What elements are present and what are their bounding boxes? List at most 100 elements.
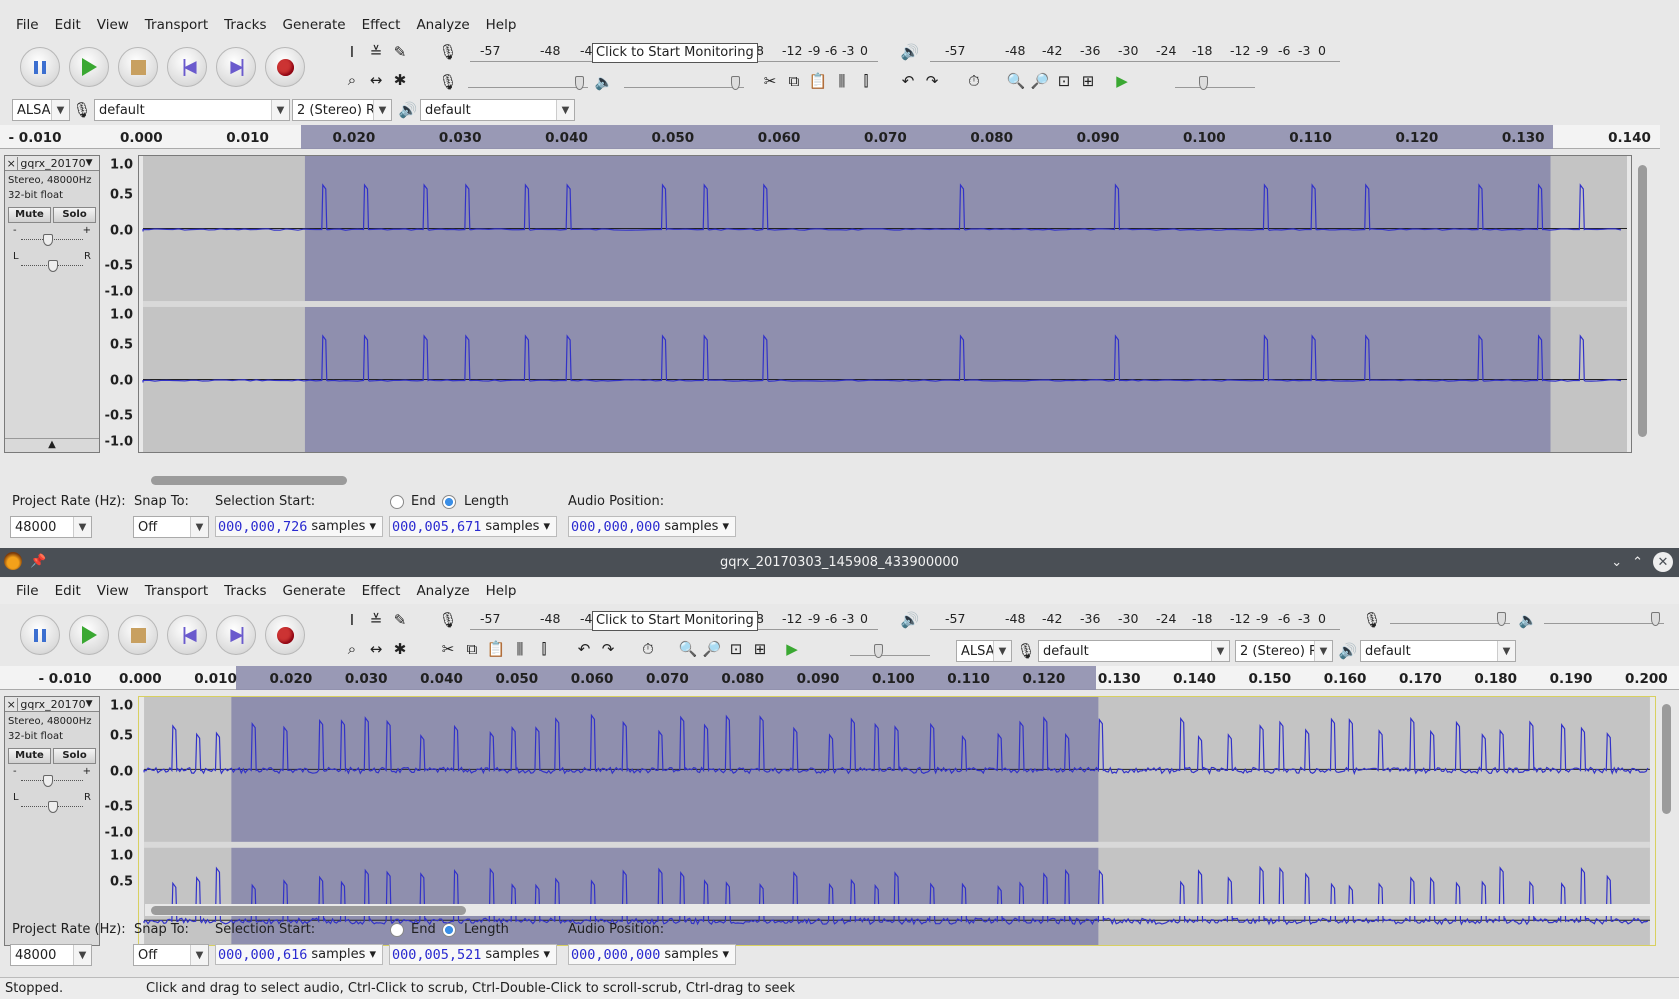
menu-transport[interactable]: Transport xyxy=(137,583,216,599)
window-titlebar[interactable]: 📌 gqrx_20170303_145908_433900000 ⌄ ⌃ ✕ xyxy=(0,548,1679,577)
silence-icon[interactable]: ⫿ xyxy=(532,637,556,661)
fit-selection-icon[interactable]: ⊡ xyxy=(1052,69,1076,93)
monitoring-tooltip[interactable]: Click to Start Monitoring xyxy=(592,611,758,631)
length-radio[interactable] xyxy=(442,495,456,509)
track-name-menu[interactable]: gqrx_20170 xyxy=(18,698,85,711)
mic-volume-slider[interactable] xyxy=(1390,610,1510,626)
play-button[interactable] xyxy=(69,615,109,655)
project-rate-select[interactable]: 48000 ▼ xyxy=(10,516,92,538)
length-radio[interactable] xyxy=(442,923,456,937)
solo-button[interactable]: Solo xyxy=(53,748,96,764)
skip-end-button[interactable]: ▶| xyxy=(216,615,256,655)
draw-tool-icon[interactable]: ✎ xyxy=(388,608,412,632)
speaker-volume-slider[interactable] xyxy=(624,74,744,90)
zoom-out-icon[interactable]: 🔎 xyxy=(700,637,724,661)
menu-tracks[interactable]: Tracks xyxy=(216,583,274,599)
menu-effect[interactable]: Effect xyxy=(354,583,409,599)
record-meter-icon[interactable]: 🎙 xyxy=(436,608,460,632)
mute-button[interactable]: Mute xyxy=(8,207,51,223)
play-at-speed-icon[interactable]: ▶ xyxy=(780,637,804,661)
chevron-down-icon[interactable]: ▼ xyxy=(86,699,99,709)
record-button[interactable] xyxy=(265,47,305,87)
copy-icon[interactable]: ⧉ xyxy=(460,637,484,661)
menu-analyze[interactable]: Analyze xyxy=(408,583,477,599)
collapse-track-icon[interactable]: ▲ xyxy=(5,438,99,450)
menu-transport[interactable]: Transport xyxy=(137,17,216,33)
envelope-tool-icon[interactable]: ≚ xyxy=(364,608,388,632)
play-at-speed-slider[interactable] xyxy=(1175,74,1255,90)
horizontal-scrollbar[interactable] xyxy=(145,904,1650,916)
solo-button[interactable]: Solo xyxy=(53,207,96,223)
fit-selection-icon[interactable]: ⊡ xyxy=(724,637,748,661)
envelope-tool-icon[interactable]: ≚ xyxy=(364,40,388,64)
menu-tracks[interactable]: Tracks xyxy=(216,17,274,33)
minimize-icon[interactable]: ⌄ xyxy=(1611,555,1622,570)
cut-icon[interactable]: ✂ xyxy=(758,69,782,93)
multi-tool-icon[interactable]: ✱ xyxy=(388,68,412,92)
playback-device-select[interactable]: default ▼ xyxy=(420,99,575,121)
pause-button[interactable] xyxy=(20,615,60,655)
host-select[interactable]: ALSA ▼ xyxy=(956,640,1012,662)
playback-meter-icon[interactable]: 🔊 xyxy=(898,608,922,632)
pause-button[interactable] xyxy=(20,47,60,87)
play-at-speed-icon[interactable]: ▶ xyxy=(1110,69,1134,93)
selection-start-field[interactable]: 000,000,616 samples ▾ xyxy=(215,944,383,965)
zoom-in-icon[interactable]: 🔍 xyxy=(1004,69,1028,93)
fit-project-icon[interactable]: ⊞ xyxy=(1076,69,1100,93)
close-track-icon[interactable]: × xyxy=(5,156,19,170)
end-radio[interactable] xyxy=(390,495,404,509)
scrollbar-thumb[interactable] xyxy=(1638,165,1647,437)
zoom-out-icon[interactable]: 🔎 xyxy=(1028,69,1052,93)
slider-thumb[interactable] xyxy=(48,260,58,272)
timeline-ruler[interactable]: - 0.010 0.000 0.010 0.020 0.030 0.040 0.050 0.0… xyxy=(0,125,1660,149)
menu-edit[interactable]: Edit xyxy=(47,583,89,599)
menu-effect[interactable]: Effect xyxy=(354,17,409,33)
record-meter-icon[interactable]: 🎙 xyxy=(436,40,460,64)
slider-thumb[interactable] xyxy=(575,76,584,90)
selection-length-field[interactable]: 000,005,671 samples ▾ xyxy=(389,516,557,537)
menu-view[interactable]: View xyxy=(89,17,137,33)
recording-device-select[interactable]: default ▼ xyxy=(1038,640,1230,662)
waveform-view[interactable] xyxy=(138,155,1632,453)
timeline-ruler[interactable]: - 0.010 0.000 0.010 0.020 0.030 0.040 0.050 0.0… xyxy=(0,666,1679,690)
menu-generate[interactable]: Generate xyxy=(275,583,354,599)
chevron-down-icon[interactable]: ▼ xyxy=(86,158,99,168)
menu-analyze[interactable]: Analyze xyxy=(408,17,477,33)
slider-thumb[interactable] xyxy=(1651,612,1660,626)
stop-button[interactable] xyxy=(118,615,158,655)
snap-to-select[interactable]: Off ▼ xyxy=(133,944,209,966)
menu-help[interactable]: Help xyxy=(478,17,525,33)
mic-volume-slider[interactable] xyxy=(468,74,588,90)
menu-file[interactable]: File xyxy=(8,17,47,33)
pan-slider[interactable]: LR xyxy=(13,251,91,277)
playback-meter[interactable]: -57 -48 -42 -36 -30 -24 -18 -12 -9 -6 -3… xyxy=(930,40,1340,62)
scrollbar-thumb[interactable] xyxy=(1662,704,1671,814)
undo-icon[interactable]: ↶ xyxy=(572,637,596,661)
vertical-scrollbar[interactable] xyxy=(1660,696,1672,948)
trim-icon[interactable]: ⫼ xyxy=(508,637,532,661)
menu-edit[interactable]: Edit xyxy=(47,17,89,33)
close-track-icon[interactable]: × xyxy=(5,697,19,711)
audacity-app-icon[interactable] xyxy=(4,552,22,570)
horizontal-scrollbar[interactable] xyxy=(145,474,1625,486)
copy-icon[interactable]: ⧉ xyxy=(782,69,806,93)
timeshift-tool-icon[interactable]: ↔ xyxy=(364,68,388,92)
end-radio[interactable] xyxy=(390,923,404,937)
speaker-volume-slider[interactable] xyxy=(1544,610,1664,626)
sync-lock-icon[interactable]: ⏱ xyxy=(962,69,986,93)
slider-thumb[interactable] xyxy=(1497,612,1506,626)
cut-icon[interactable]: ✂ xyxy=(436,637,460,661)
slider-thumb[interactable] xyxy=(1199,76,1208,90)
maximize-icon[interactable]: ⌃ xyxy=(1632,555,1643,570)
zoom-in-icon[interactable]: 🔍 xyxy=(676,637,700,661)
snap-to-select[interactable]: Off ▼ xyxy=(133,516,209,538)
fit-project-icon[interactable]: ⊞ xyxy=(748,637,772,661)
pan-slider[interactable]: LR xyxy=(13,792,91,818)
close-icon[interactable]: ✕ xyxy=(1653,552,1673,572)
selection-tool-icon[interactable]: I xyxy=(340,608,364,632)
selection-length-field[interactable]: 000,005,521 samples ▾ xyxy=(389,944,557,965)
silence-icon[interactable]: ⫿ xyxy=(854,69,878,93)
sync-lock-icon[interactable]: ⏱ xyxy=(636,637,660,661)
gain-slider[interactable]: - + xyxy=(13,225,91,251)
menu-file[interactable]: File xyxy=(8,583,47,599)
